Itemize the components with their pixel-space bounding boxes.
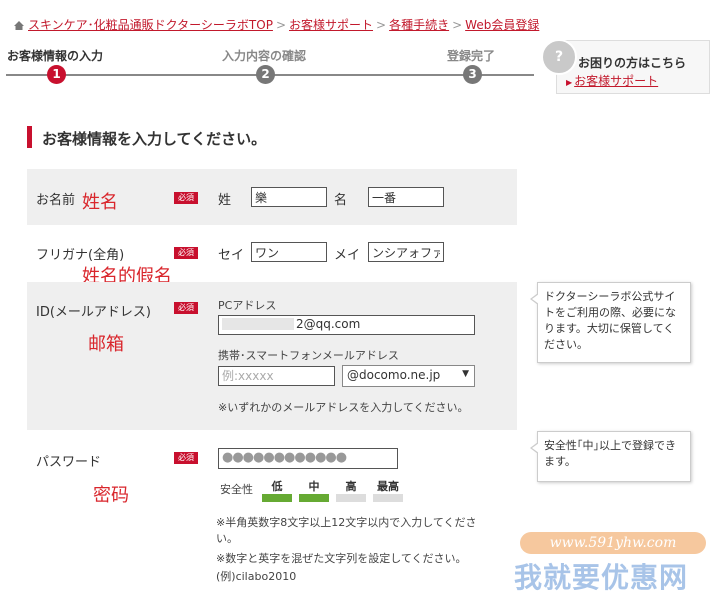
email-note: ※いずれかのメールアドレスを入力してください。 (218, 401, 469, 414)
heading-accent-bar (27, 126, 32, 148)
furigana-label: フリガナ(全角) (36, 248, 125, 263)
breadcrumb: スキンケア･化粧品通販ドクターシーラボTOP > お客様サポート > 各種手続き > Web… (14, 16, 539, 33)
mobile-domain-value: @docomo.ne.jp (347, 368, 441, 382)
step-number-3: 3 (463, 65, 482, 84)
mei-kana-input[interactable] (368, 242, 444, 262)
chevron-down-icon: ▼ (462, 369, 469, 379)
sei-kana-input[interactable] (251, 242, 327, 262)
step-number-1: 1 (47, 65, 66, 84)
password-tooltip: 安全性｢中｣以上で登録できます。 (530, 431, 691, 482)
email-annotation: 邮箱 (88, 334, 124, 355)
required-badge: 必須 (174, 302, 198, 314)
required-badge: 必須 (174, 192, 198, 204)
mobile-address-label: 携帯･スマートフォンメールアドレス (218, 349, 399, 362)
watermark-name: 我就要优惠网 (514, 561, 689, 594)
help-title: お困りの方はこちら (578, 56, 687, 70)
mei-label: 名 (334, 193, 348, 208)
breadcrumb-current[interactable]: Web会員登録 (465, 18, 539, 32)
sei-label: 姓 (218, 193, 232, 208)
page-heading: お客様情報を入力してください。 (42, 130, 267, 148)
pc-address-input[interactable]: 2@qq.com (218, 315, 475, 335)
password-annotation: 密码 (93, 485, 129, 506)
breadcrumb-link-procedures[interactable]: 各種手続き (389, 18, 449, 32)
password-note-mix: ※数字と英字を混ぜた文字列を設定してください。 (216, 552, 467, 565)
strength-label: 安全性 (220, 483, 253, 496)
name-annotation: 姓名 (82, 192, 118, 213)
strength-level-bar (262, 494, 292, 502)
strength-level-label: 中 (308, 480, 320, 493)
redacted-mask (222, 318, 294, 330)
password-input[interactable]: ●●●●●●●●●●●● (218, 448, 398, 469)
password-note-example: (例)cilabo2010 (216, 570, 297, 583)
breadcrumb-link-support[interactable]: お客様サポート (289, 18, 373, 32)
email-label: ID(メールアドレス) (36, 305, 151, 320)
step-label-complete: 登録完了 (447, 49, 496, 63)
strength-level-bar (336, 494, 366, 502)
password-note-length: ※半角英数字8文字以上12文字以内で入力してください。 (216, 516, 477, 545)
required-badge: 必須 (174, 247, 198, 259)
strength-level-bar (373, 494, 403, 502)
mobile-domain-select[interactable]: @docomo.ne.jp ▼ (342, 365, 475, 387)
name-label: お名前 (36, 193, 76, 208)
sei-kana-label: セイ (218, 248, 245, 263)
required-badge: 必須 (174, 452, 198, 464)
breadcrumb-separator: > (376, 18, 387, 32)
home-icon (14, 21, 24, 30)
pc-address-label: PCアドレス (218, 299, 277, 312)
step-label-confirm: 入力内容の確認 (222, 49, 307, 63)
help-support-link[interactable]: お客様サポート (566, 72, 658, 89)
mei-kana-label: メイ (334, 248, 361, 263)
strength-level-label: 最高 (377, 480, 399, 493)
step-number-2: 2 (256, 65, 275, 84)
pc-address-value: 2@qq.com (296, 317, 361, 331)
strength-level-label: 低 (271, 480, 283, 493)
breadcrumb-link-top[interactable]: スキンケア･化粧品通販ドクターシーラボTOP (28, 18, 273, 32)
strength-level-bar (299, 494, 329, 502)
mei-input[interactable] (368, 187, 444, 207)
password-label: パスワード (36, 455, 102, 470)
breadcrumb-separator: > (275, 18, 286, 32)
watermark-url: www.591yhw.com (520, 532, 706, 554)
email-tooltip: ドクターシーラボ公式サイトをご利用の際、必要になります。大切に保管してください。 (530, 282, 691, 363)
help-question-icon: ? (541, 39, 577, 75)
sei-input[interactable] (251, 187, 327, 207)
step-label-input: お客様情報の入力 (7, 49, 104, 63)
mobile-address-input[interactable] (218, 366, 335, 386)
strength-level-label: 高 (345, 480, 357, 493)
breadcrumb-separator: > (452, 18, 463, 32)
